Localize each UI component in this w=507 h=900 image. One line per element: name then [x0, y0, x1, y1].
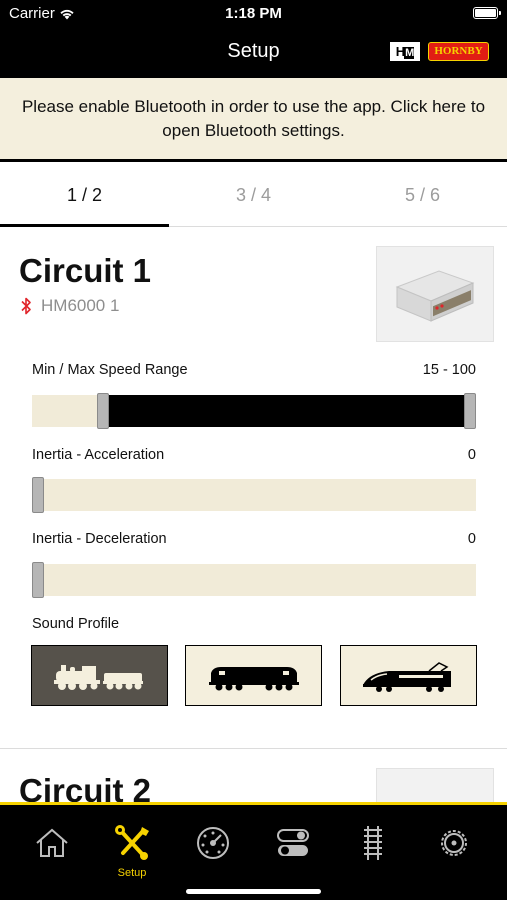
bluetooth-banner[interactable]: Please enable Bluetooth in order to use … — [0, 78, 507, 162]
speed-range-row: Min / Max Speed Range 15 - 100 — [32, 362, 476, 378]
hm-logo: HM — [390, 42, 420, 61]
gear-icon — [441, 830, 467, 856]
tabbar-setup-label[interactable]: Setup — [112, 867, 152, 879]
tabbar-track[interactable] — [353, 823, 393, 863]
electric-train-icon — [362, 661, 451, 692]
sound-electric-button[interactable] — [340, 645, 477, 706]
circuit-1-device: HM6000 1 — [19, 296, 119, 316]
home-indicator — [186, 889, 321, 894]
tabbar-home[interactable] — [32, 823, 72, 863]
status-time: 1:18 PM — [225, 5, 282, 22]
controller-image — [376, 246, 494, 342]
deceleration-handle[interactable] — [32, 562, 44, 598]
deceleration-value: 0 — [467, 531, 476, 547]
home-icon — [36, 828, 68, 857]
tab-circuits-5-6[interactable]: 5 / 6 — [338, 165, 507, 226]
bluetooth-icon — [21, 297, 31, 315]
tabbar-speed[interactable] — [193, 823, 233, 863]
deceleration-label: Inertia - Deceleration — [32, 531, 167, 547]
tab-circuits-1-2[interactable]: 1 / 2 — [0, 165, 169, 227]
circuit-divider — [0, 748, 507, 749]
top-bar: Carrier 1:18 PM Setup HM HORNBY — [0, 0, 507, 78]
speed-max-handle[interactable] — [464, 393, 476, 429]
tabbar-switches[interactable] — [273, 823, 313, 863]
speed-range-fill — [109, 395, 464, 427]
sound-diesel-button[interactable] — [185, 645, 322, 706]
hm-logo-h: H — [395, 44, 405, 59]
tabbar-setup[interactable] — [112, 823, 152, 863]
speed-min-handle[interactable] — [97, 393, 109, 429]
speed-range-slider[interactable] — [32, 393, 476, 429]
acceleration-value: 0 — [467, 447, 476, 463]
diesel-locomotive-icon — [208, 666, 299, 690]
acceleration-label: Inertia - Acceleration — [32, 447, 165, 463]
sound-profile-label: Sound Profile — [32, 616, 120, 632]
battery-icon — [473, 7, 501, 19]
acceleration-slider[interactable] — [32, 477, 476, 513]
hornby-logo: HORNBY — [428, 42, 489, 61]
steam-locomotive-icon — [53, 664, 143, 690]
speed-range-value: 15 - 100 — [422, 362, 476, 378]
circuit-tabs: 1 / 2 3 / 4 5 / 6 — [0, 165, 507, 227]
toggle-switches-icon — [277, 829, 309, 856]
deceleration-row: Inertia - Deceleration 0 — [32, 531, 476, 547]
tab-circuits-3-4[interactable]: 3 / 4 — [169, 165, 338, 226]
speed-dial-icon — [197, 827, 229, 859]
device-name: HM6000 1 — [41, 296, 120, 315]
hm-logo-m: M — [404, 47, 414, 59]
track-icon — [364, 826, 382, 860]
acceleration-row: Inertia - Acceleration 0 — [32, 447, 476, 463]
sound-steam-button[interactable] — [31, 645, 168, 706]
bottom-tab-bar: Setup — [0, 802, 507, 900]
acceleration-handle[interactable] — [32, 477, 44, 513]
wrench-screwdriver-icon — [115, 825, 149, 860]
speed-range-label: Min / Max Speed Range — [32, 362, 188, 378]
tabbar-settings[interactable] — [434, 823, 474, 863]
bluetooth-banner-text[interactable]: Please enable Bluetooth in order to use … — [20, 95, 487, 143]
controller-device-illustration — [377, 247, 493, 341]
sound-profile-row: Sound Profile — [32, 616, 476, 632]
deceleration-slider[interactable] — [32, 562, 476, 598]
circuit-1-title: Circuit 1 — [19, 252, 152, 289]
